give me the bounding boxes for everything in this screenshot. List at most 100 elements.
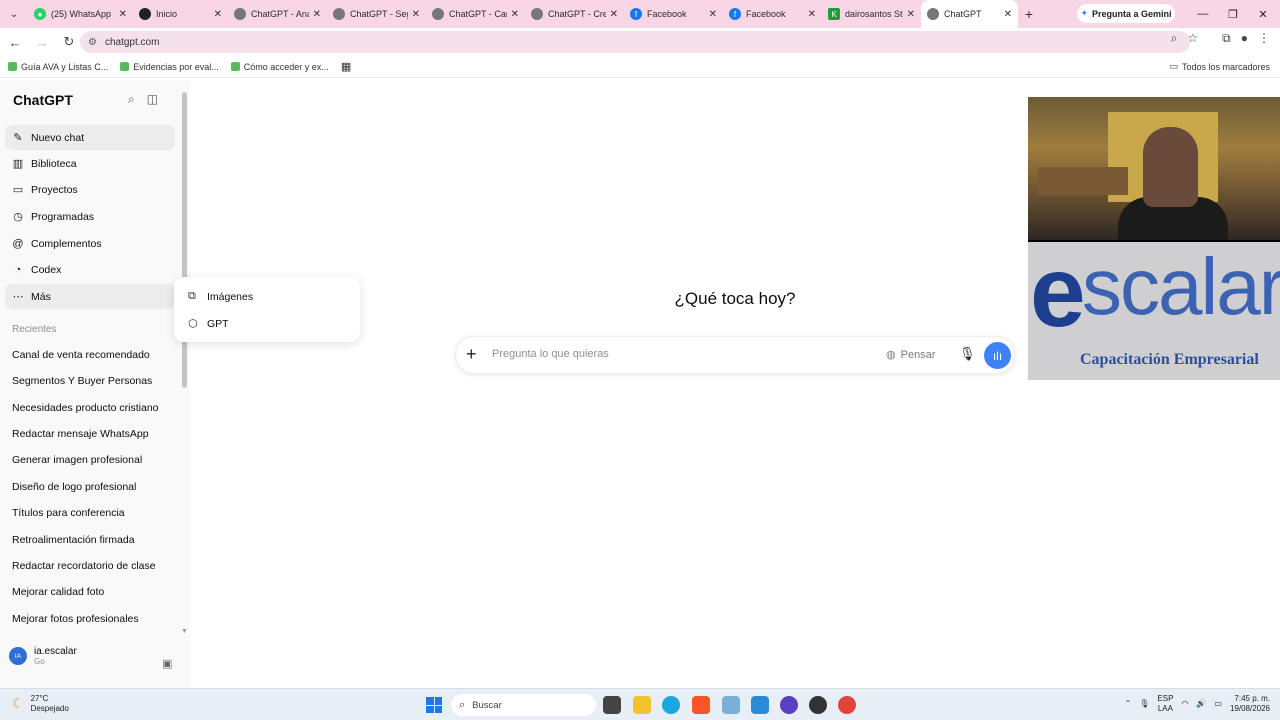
recent-chat-item[interactable]: Segmentos Y Buyer Personas (12, 375, 152, 387)
nav-codex[interactable]: ◔ Codex (5, 257, 175, 282)
file-explorer-icon[interactable] (633, 696, 651, 714)
maximize-button[interactable]: ❐ (1218, 0, 1248, 28)
recent-chat-item[interactable]: Títulos para conferencia (12, 507, 125, 519)
url-text: chatgpt.com (104, 36, 160, 48)
user-menu[interactable]: IA ia.escalar Go (9, 646, 77, 666)
edge-icon[interactable] (662, 696, 680, 714)
voice-mode-button[interactable]: ılı (984, 342, 1011, 369)
bookmark-label: Guía AVA y Listas C... (21, 61, 109, 72)
tab-facebook-1[interactable]: f Facebook ✕ (624, 0, 723, 28)
recent-chat-item[interactable]: Canal de venta recomendado (12, 349, 150, 361)
nav-plugins[interactable]: @ Complementos (5, 231, 175, 256)
microphone-icon[interactable]: 🎙 (1139, 699, 1149, 708)
weather-widget[interactable]: ☾ 27°C Despejado (12, 694, 69, 713)
close-icon[interactable]: ✕ (412, 9, 420, 20)
apps-grid-icon[interactable]: ▦ (341, 60, 351, 73)
reload-icon[interactable]: ↻ (57, 30, 81, 54)
sidebar-scrollbar[interactable] (182, 92, 187, 388)
volume-icon[interactable]: 🔊 (1196, 699, 1206, 708)
close-icon[interactable]: ✕ (214, 9, 222, 20)
tab-dairosantos[interactable]: K dairosantos St ✕ (822, 0, 921, 28)
all-bookmarks[interactable]: ▭ Todos los marcadores (1169, 61, 1270, 72)
nav-projects[interactable]: ▭ Proyectos (5, 177, 175, 202)
extensions-icon[interactable]: ⧉ (1222, 31, 1231, 46)
app-icon[interactable] (780, 696, 798, 714)
address-bar[interactable]: ⚙ chatgpt.com (80, 31, 1190, 53)
nav-scheduled[interactable]: ◷ Programadas (5, 204, 175, 229)
think-button[interactable]: ◍ Pensar (886, 348, 935, 362)
prompt-input[interactable]: Pregunta lo que quieras (492, 348, 609, 360)
close-icon[interactable]: ✕ (709, 9, 717, 20)
back-icon[interactable]: ← (3, 30, 27, 54)
tab-whatsapp[interactable]: ● (25) WhatsApp ✕ (28, 0, 133, 28)
tab-facebook-2[interactable]: f Facebook ✕ (723, 0, 822, 28)
site-info-icon[interactable]: ⚙ (88, 37, 97, 48)
scroll-down-arrow-icon[interactable]: ▼ (181, 628, 188, 635)
plus-icon[interactable]: + (466, 344, 477, 365)
nav-label: Codex (31, 263, 62, 276)
close-icon[interactable]: ✕ (313, 9, 321, 20)
tab-inicio[interactable]: Inicio ✕ (133, 0, 228, 28)
recent-chat-item[interactable]: Mejorar fotos profesionales (12, 613, 139, 625)
gift-icon[interactable]: ▣ (162, 657, 172, 670)
language-indicator[interactable]: ESP LAA (1157, 694, 1173, 713)
gemini-button[interactable]: ✦ Pregunta a Gemini (1077, 4, 1175, 23)
wifi-icon[interactable]: ◠ (1181, 699, 1188, 708)
tab-chatgpt-3[interactable]: ChatGPT - Can ✕ (426, 0, 525, 28)
close-icon[interactable]: ✕ (119, 9, 127, 20)
minimize-button[interactable]: — (1188, 0, 1218, 28)
microphone-icon[interactable]: 🎙 (959, 346, 976, 362)
popover-item-gpt[interactable]: ⬡ GPT (188, 317, 229, 331)
tab-chatgpt-4[interactable]: ChatGPT - Cre ✕ (525, 0, 624, 28)
sidebar-toggle-icon[interactable]: ◫ (147, 92, 158, 107)
tab-label: Facebook (647, 9, 687, 19)
battery-icon[interactable]: ▭ (1214, 699, 1222, 708)
app-icon[interactable] (722, 696, 740, 714)
avatar: IA (9, 647, 27, 665)
recent-chat-item[interactable]: Generar imagen profesional (12, 454, 142, 466)
profile-icon[interactable]: ● (1241, 31, 1248, 46)
app-icon[interactable] (809, 696, 827, 714)
recent-chat-item[interactable]: Retroalimentación firmada (12, 534, 135, 546)
chrome-icon[interactable] (838, 696, 856, 714)
menu-icon[interactable]: ⋮ (1258, 31, 1270, 46)
nav-library[interactable]: ▥ Biblioteca (5, 151, 175, 176)
close-icon[interactable]: ✕ (808, 9, 816, 20)
chevron-up-icon[interactable]: ⌃ (1125, 699, 1132, 708)
tab-chatgpt-2[interactable]: ChatGPT - Seg ✕ (327, 0, 426, 28)
zoom-icon[interactable]: ⌕ (1171, 31, 1178, 46)
search-icon[interactable]: ⌕ (128, 92, 135, 107)
chatgpt-icon (432, 8, 444, 20)
bookmark-star-icon[interactable]: ☆ (1187, 31, 1198, 46)
tab-search-icon[interactable]: ⌄ (0, 0, 28, 28)
bookmark-item[interactable]: Cómo acceder y ex... (230, 62, 329, 72)
recent-chat-item[interactable]: Diseño de logo profesional (12, 481, 136, 493)
popover-item-images[interactable]: ⧉ Imágenes (188, 290, 253, 303)
tab-chatgpt-1[interactable]: ChatGPT - Ana ✕ (228, 0, 327, 28)
recent-chat-item[interactable]: Redactar recordatorio de clase (12, 560, 156, 572)
windows-start-icon[interactable] (426, 697, 442, 713)
recent-chat-item[interactable]: Necesidades producto cristiano (12, 402, 159, 414)
bookmark-item[interactable]: Guía AVA y Listas C... (8, 62, 108, 72)
app-icon[interactable] (751, 696, 769, 714)
task-view-icon[interactable] (603, 696, 621, 714)
taskbar-search[interactable]: ⌕ Buscar (451, 694, 596, 716)
lang-code: ESP (1157, 694, 1174, 703)
recent-chat-item[interactable]: Redactar mensaje WhatsApp (12, 428, 149, 440)
nav-more[interactable]: ⋯ Más (5, 284, 175, 309)
window-close-button[interactable]: ✕ (1248, 0, 1278, 28)
brave-icon[interactable] (692, 696, 710, 714)
close-icon[interactable]: ✕ (1004, 9, 1012, 20)
close-icon[interactable]: ✕ (610, 9, 618, 20)
close-icon[interactable]: ✕ (907, 9, 915, 20)
nav-new-chat[interactable]: ✎ Nuevo chat (5, 125, 175, 150)
forward-icon[interactable]: → (30, 30, 54, 54)
recent-chat-item[interactable]: Mejorar calidad foto (12, 586, 104, 598)
tab-chatgpt-active[interactable]: ChatGPT ✕ (921, 0, 1018, 28)
sidebar-title[interactable]: ChatGPT (13, 92, 73, 108)
tab-label: Facebook (746, 9, 786, 19)
clock[interactable]: 7:45 p. m. 19/08/2026 (1230, 694, 1270, 713)
new-tab-button[interactable]: + (1018, 6, 1040, 22)
bookmark-item[interactable]: Evidencias por eval... (120, 62, 219, 72)
close-icon[interactable]: ✕ (511, 9, 519, 20)
